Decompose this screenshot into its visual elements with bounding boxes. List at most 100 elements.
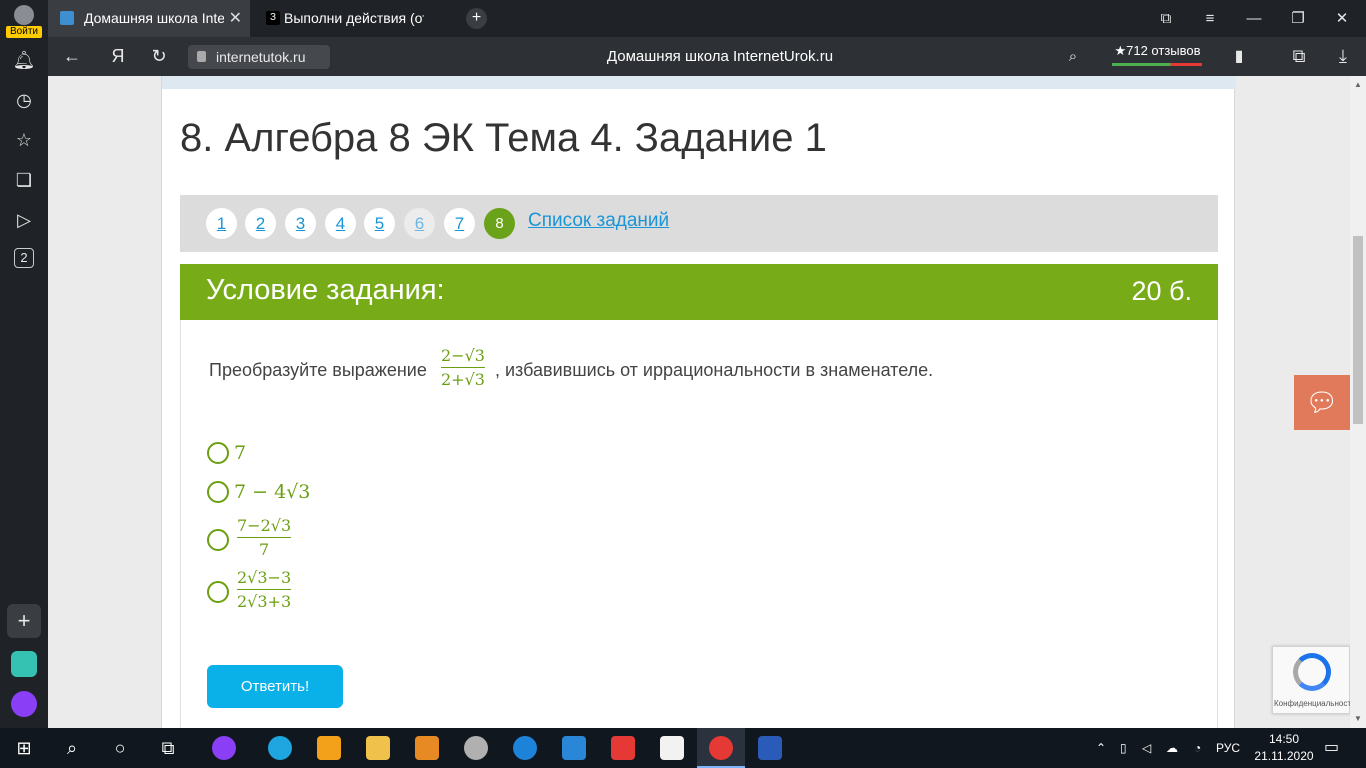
yandex-icon[interactable]: Я [103, 37, 133, 76]
store-icon[interactable] [305, 728, 353, 768]
video-icon[interactable]: ▷ [12, 208, 36, 232]
page-link-4[interactable]: 4 [325, 208, 356, 239]
notifications-icon[interactable]: 🔔︎ [12, 48, 36, 72]
menu-icon[interactable]: ≡ [1190, 0, 1230, 37]
onedrive-icon[interactable]: ☁ [1166, 728, 1184, 768]
task-pager: 1 2 3 4 5 6 7 8 Список заданий [180, 195, 1218, 252]
task-list-link[interactable]: Список заданий [528, 210, 669, 232]
yandex-market-icon[interactable] [599, 728, 647, 768]
recaptcha-caption: Конфиденциальность [1274, 699, 1350, 708]
agent-icon[interactable] [452, 728, 500, 768]
tab-title: Домашняя школа InternetUrok.ru [84, 10, 224, 26]
option-fraction: 2√3−3 2√3+3 [237, 568, 292, 611]
explorer-icon[interactable] [354, 728, 402, 768]
cortana-icon[interactable]: ○ [96, 728, 144, 768]
fraction-bar [237, 537, 292, 538]
option-value: 7 [234, 442, 247, 464]
profile-button[interactable]: Войти [6, 3, 42, 38]
language-indicator[interactable]: РУС [1216, 728, 1244, 768]
reviews-widget[interactable]: ★712 отзывов [1110, 42, 1205, 66]
battery-icon[interactable]: ▯ [1120, 728, 1134, 768]
option-denominator: 7 [258, 540, 270, 559]
page-link-5[interactable]: 5 [364, 208, 395, 239]
browser-sidebar: Войти 🔔︎ ◷ ☆ ❏ ▷ 2 + [0, 0, 48, 728]
page-link-6[interactable]: 6 [404, 208, 435, 239]
task-header: Условие задания: 20 б. [180, 264, 1218, 320]
reload-icon[interactable]: ↻ [144, 37, 174, 76]
add-app-button[interactable]: + [7, 604, 41, 638]
collections-toolbar-icon[interactable]: ⧉ [1284, 37, 1314, 76]
task-score: 20 б. [1131, 276, 1193, 306]
clock-date: 21.11.2020 [1254, 749, 1314, 763]
radio-button[interactable] [207, 481, 229, 503]
search-page-icon[interactable]: ⌕ [1058, 37, 1088, 76]
fraction-bar [237, 589, 292, 590]
start-icon[interactable]: ⊞ [0, 728, 48, 768]
submit-answer-button[interactable]: Ответить! [207, 665, 343, 708]
fraction-bar [441, 367, 485, 368]
tabs-count-icon[interactable]: 2 [14, 248, 34, 268]
network-icon[interactable]: ◔ [1194, 728, 1208, 768]
page-scrollbar[interactable]: ▲ ▼ [1350, 76, 1366, 728]
avatar [14, 5, 34, 25]
mail-icon[interactable] [550, 728, 598, 768]
header-strip [162, 76, 1236, 89]
clock[interactable]: 14:50 21.11.2020 [1254, 731, 1314, 765]
ie-icon[interactable] [501, 728, 549, 768]
file-icon[interactable] [648, 728, 696, 768]
expression-fraction: 2−√3 2+√3 [441, 346, 485, 389]
task-view-icon[interactable]: ⧉ [144, 728, 192, 768]
radio-button[interactable] [207, 442, 229, 464]
media-player-icon[interactable] [403, 728, 451, 768]
tab-bar: Домашняя школа InternetUrok.ru ✕ З Выпол… [0, 0, 1366, 37]
page-link-1[interactable]: 1 [206, 208, 237, 239]
search-icon[interactable]: ⌕ [48, 728, 96, 768]
site-favicon-icon: З [266, 11, 280, 25]
word-icon[interactable] [746, 728, 794, 768]
yandex-browser-icon[interactable] [697, 728, 745, 768]
question-after: , избавившись от иррациональности в знам… [495, 360, 934, 380]
close-window-button[interactable]: ✕ [1322, 0, 1362, 37]
collections-icon[interactable]: ❏ [12, 168, 36, 192]
page-link-2[interactable]: 2 [245, 208, 276, 239]
history-icon[interactable]: ◷ [12, 88, 36, 112]
tab-znanija[interactable]: З Выполни действия (ответ [254, 0, 450, 37]
page-link-3[interactable]: 3 [285, 208, 316, 239]
close-tab-icon[interactable]: ✕ [229, 0, 242, 37]
scroll-down-icon[interactable]: ▼ [1350, 714, 1366, 723]
alice-icon[interactable] [11, 691, 37, 717]
back-icon[interactable]: ← [57, 37, 87, 76]
page-link-7[interactable]: 7 [444, 208, 475, 239]
radio-button[interactable] [207, 529, 229, 551]
show-hidden-icons[interactable]: ⌃ [1096, 728, 1110, 768]
page-current-8: 8 [484, 208, 515, 239]
lesson-heading: 8. Алгебра 8 ЭК Тема 4. Задание 1 [180, 116, 827, 160]
alice-taskbar-icon[interactable] [200, 728, 248, 768]
clock-time: 14:50 [1268, 732, 1300, 746]
minimize-button[interactable]: — [1234, 0, 1274, 37]
new-tab-button[interactable]: + [466, 8, 487, 29]
tab-title: Выполни действия (ответ [284, 10, 424, 26]
scroll-up-icon[interactable]: ▲ [1350, 80, 1366, 89]
downloads-icon[interactable]: ⤓ [1328, 37, 1358, 76]
favorites-icon[interactable]: ☆ [12, 128, 36, 152]
messenger-app-icon[interactable] [11, 651, 37, 677]
radio-button[interactable] [207, 581, 229, 603]
notifications-center-icon[interactable]: ▭ [1324, 728, 1344, 768]
site-favicon-icon [60, 11, 74, 25]
option-fraction: 7−2√3 7 [237, 516, 292, 559]
bookmark-icon[interactable]: ▮ [1224, 37, 1254, 76]
tab-internetutok[interactable]: Домашняя школа InternetUrok.ru ✕ [48, 0, 250, 37]
recaptcha-icon [1293, 653, 1331, 691]
maximize-button[interactable]: ❐ [1278, 0, 1318, 37]
edge-icon[interactable] [256, 728, 304, 768]
task-title: Условие задания: [206, 274, 445, 306]
windows-taskbar: ⊞ ⌕ ○ ⧉ ⌃ ▯ ◁ ☁ ◔ РУС 14:50 21.11.2020 ▭ [0, 728, 1366, 768]
address-bar[interactable]: internetutok.ru [188, 45, 330, 69]
chat-icon[interactable]: 💬︎ [1294, 375, 1350, 430]
question-before: Преобразуйте выражение [209, 360, 427, 380]
bookmarks-icon[interactable]: ⧉ [1146, 0, 1186, 37]
volume-icon[interactable]: ◁ [1142, 728, 1158, 768]
scroll-thumb[interactable] [1353, 236, 1363, 424]
recaptcha-badge[interactable]: Конфиденциальность [1272, 646, 1350, 714]
